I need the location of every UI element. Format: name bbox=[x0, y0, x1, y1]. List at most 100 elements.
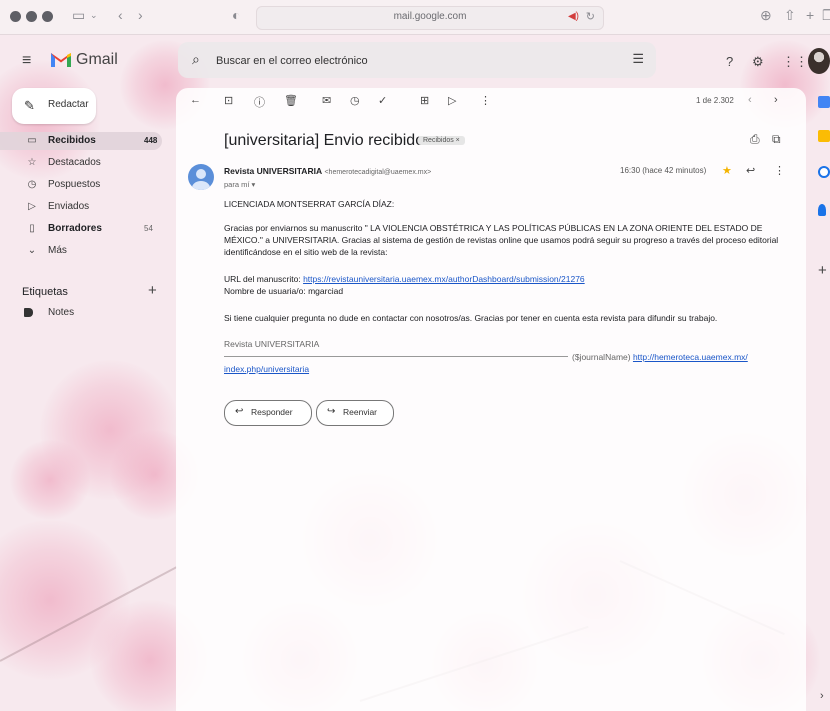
avatar[interactable] bbox=[808, 48, 830, 74]
manuscript-url-line: URL del manuscrito: https://revistaunive… bbox=[224, 273, 784, 285]
app-name: Gmail bbox=[76, 51, 118, 68]
journal-line: ($journalName) http://hemeroteca.uaemex.… bbox=[572, 351, 802, 363]
back-arrow-icon[interactable]: ← bbox=[190, 94, 201, 106]
sidebar-item-mas[interactable]: ⌄ Más bbox=[0, 242, 176, 260]
journal-line-2: index.php/universitaria bbox=[224, 363, 784, 375]
signature-name: Revista UNIVERSITARIA bbox=[224, 339, 320, 349]
newer-icon[interactable]: ‹ bbox=[748, 94, 752, 106]
sidebar-toggle-icon[interactable]: ▭ bbox=[72, 7, 85, 24]
sidebar-item-enviados[interactable]: ▷ Enviados bbox=[0, 198, 176, 216]
sidebar-item-pospuestos[interactable]: ◷ Pospuestos bbox=[0, 176, 176, 194]
message-panel: ← ⊡ ⓘ 🗑︎ ✉︎ ◷ ✓ ⊞ ▷ ⋮ 1 de 2.302 ‹ › [un… bbox=[176, 88, 806, 711]
more-options-icon[interactable]: ⋮ bbox=[774, 164, 785, 177]
sender-line: Revista UNIVERSITARIA <hemerotecadigital… bbox=[224, 166, 431, 176]
star-icon[interactable]: ★ bbox=[722, 164, 732, 177]
report-spam-icon[interactable]: ⓘ bbox=[254, 94, 265, 110]
address-text: mail.google.com bbox=[393, 11, 467, 22]
reply-icon[interactable]: ↩ bbox=[746, 164, 755, 177]
email-greeting: LICENCIADA MONTSERRAT GARCÍA DÍAZ: bbox=[224, 199, 395, 209]
more-options-icon[interactable]: ⋮ bbox=[480, 94, 491, 107]
gear-icon[interactable]: ⚙ bbox=[752, 54, 764, 70]
journal-link-part1[interactable]: http://hemeroteca.uaemex.mx/ bbox=[633, 352, 748, 362]
tasks-icon[interactable] bbox=[818, 166, 830, 178]
search-input[interactable] bbox=[214, 50, 598, 72]
sidebar-item-label: Enviados bbox=[48, 201, 90, 212]
chevron-down-icon: ⌄ bbox=[27, 245, 37, 256]
sidebar-item-recibidos[interactable]: ▭ Recibidos 448 bbox=[0, 132, 162, 150]
forward-icon[interactable]: › bbox=[138, 7, 143, 23]
email-paragraph-1: Gracias por enviarnos su manuscrito " LA… bbox=[224, 223, 779, 257]
archive-icon[interactable]: ⊡ bbox=[224, 94, 233, 107]
address-bar[interactable]: mail.google.com ◀) ↻ bbox=[256, 6, 604, 30]
sender-name[interactable]: Revista UNIVERSITARIA bbox=[224, 166, 322, 176]
shield-icon[interactable]: ◐ bbox=[232, 7, 240, 23]
chevron-down-icon[interactable]: ⌄ bbox=[90, 10, 98, 21]
label-name: Notes bbox=[48, 307, 75, 318]
keep-icon[interactable] bbox=[818, 130, 830, 142]
window-close-button[interactable] bbox=[10, 11, 21, 22]
calendar-icon[interactable] bbox=[818, 96, 830, 108]
email-subject: [universitaria] Envio recibido bbox=[224, 132, 425, 149]
sidebar-item-label: Destacados bbox=[48, 157, 101, 168]
older-icon[interactable]: › bbox=[774, 94, 778, 106]
print-icon[interactable]: ⎙ bbox=[750, 132, 760, 147]
share-icon[interactable]: ⇧ bbox=[784, 7, 796, 24]
contacts-icon[interactable] bbox=[818, 204, 826, 216]
sidebar-item-destacados[interactable]: ☆ Destacados bbox=[0, 154, 176, 172]
unread-count: 448 bbox=[144, 136, 158, 145]
sidebar-item-label: Borradores bbox=[48, 223, 102, 234]
inbox-icon: ▭ bbox=[27, 135, 37, 146]
compose-button[interactable]: ✎ Redactar bbox=[12, 88, 96, 124]
manuscript-link[interactable]: https://revistauniversitaria.uaemex.mx/a… bbox=[303, 274, 585, 284]
window-zoom-button[interactable] bbox=[42, 11, 53, 22]
reply-button[interactable]: ↩ Responder bbox=[224, 400, 312, 426]
forward-arrow-icon: ↪ bbox=[327, 406, 336, 417]
expand-side-panel-icon[interactable]: › bbox=[820, 690, 824, 702]
journal-link-part2[interactable]: index.php/universitaria bbox=[224, 364, 309, 374]
recipient-dropdown[interactable]: para mí ▾ bbox=[224, 180, 255, 189]
apps-grid-icon[interactable]: ⋮⋮ bbox=[782, 54, 808, 70]
sidebar-item-label: Más bbox=[48, 245, 67, 256]
forward-button[interactable]: ↪ Reenviar bbox=[316, 400, 394, 426]
label-chip[interactable]: Recibidos × bbox=[418, 136, 465, 145]
mark-unread-icon[interactable]: ✉︎ bbox=[322, 94, 331, 107]
sidebar-item-label: Recibidos bbox=[48, 135, 96, 146]
star-icon: ☆ bbox=[27, 157, 37, 168]
username-line: Nombre de usuaria/o: mgarciad bbox=[224, 286, 344, 296]
label-tag-icon bbox=[24, 308, 33, 317]
sender-email: <hemerotecadigital@uaemex.mx> bbox=[324, 169, 432, 176]
reply-arrow-icon: ↩ bbox=[235, 406, 244, 417]
search-box: ⌕ ☰ bbox=[178, 42, 656, 78]
add-label-icon[interactable]: + bbox=[148, 282, 157, 299]
sidebar-item-label: Pospuestos bbox=[48, 179, 101, 190]
compose-label: Redactar bbox=[48, 99, 89, 110]
pager-count: 1 de 2.302 bbox=[696, 96, 734, 105]
search-icon[interactable]: ⌕ bbox=[192, 51, 200, 68]
menu-icon[interactable]: ≡ bbox=[22, 52, 31, 70]
add-addon-icon[interactable]: + bbox=[818, 262, 827, 279]
clock-icon: ◷ bbox=[27, 179, 37, 190]
search-options-icon[interactable]: ☰ bbox=[632, 51, 644, 67]
speaker-icon[interactable]: ◀) bbox=[568, 11, 579, 22]
window-minimize-button[interactable] bbox=[26, 11, 37, 22]
help-icon[interactable]: ? bbox=[726, 54, 733, 69]
gmail-logo-icon[interactable] bbox=[50, 48, 72, 74]
sidebar-nav: ▭ Recibidos 448 ☆ Destacados ◷ Pospuesto… bbox=[0, 132, 176, 264]
sidebar-item-borradores[interactable]: ▯ Borradores 54 bbox=[0, 220, 176, 238]
draft-count: 54 bbox=[144, 224, 153, 233]
open-new-window-icon[interactable]: ⧉ bbox=[772, 132, 781, 147]
label-icon[interactable]: ▷ bbox=[448, 94, 456, 107]
trash-icon[interactable]: 🗑︎ bbox=[284, 94, 298, 107]
new-tab-icon[interactable]: + bbox=[806, 7, 814, 23]
move-to-icon[interactable]: ⊞ bbox=[420, 94, 429, 107]
add-task-icon[interactable]: ✓ bbox=[378, 94, 387, 107]
reload-icon[interactable]: ↻ bbox=[586, 10, 595, 23]
download-icon[interactable]: ⊕ bbox=[760, 7, 772, 24]
label-item-notes[interactable]: Notes bbox=[24, 306, 164, 320]
snooze-icon[interactable]: ◷ bbox=[350, 94, 360, 107]
tabs-overview-icon[interactable]: ❐ bbox=[822, 7, 830, 24]
email-paragraph-2: Si tiene cualquier pregunta no dude en c… bbox=[224, 313, 718, 323]
send-icon: ▷ bbox=[28, 201, 36, 212]
signature-divider bbox=[224, 356, 568, 357]
back-icon[interactable]: ‹ bbox=[118, 7, 123, 23]
